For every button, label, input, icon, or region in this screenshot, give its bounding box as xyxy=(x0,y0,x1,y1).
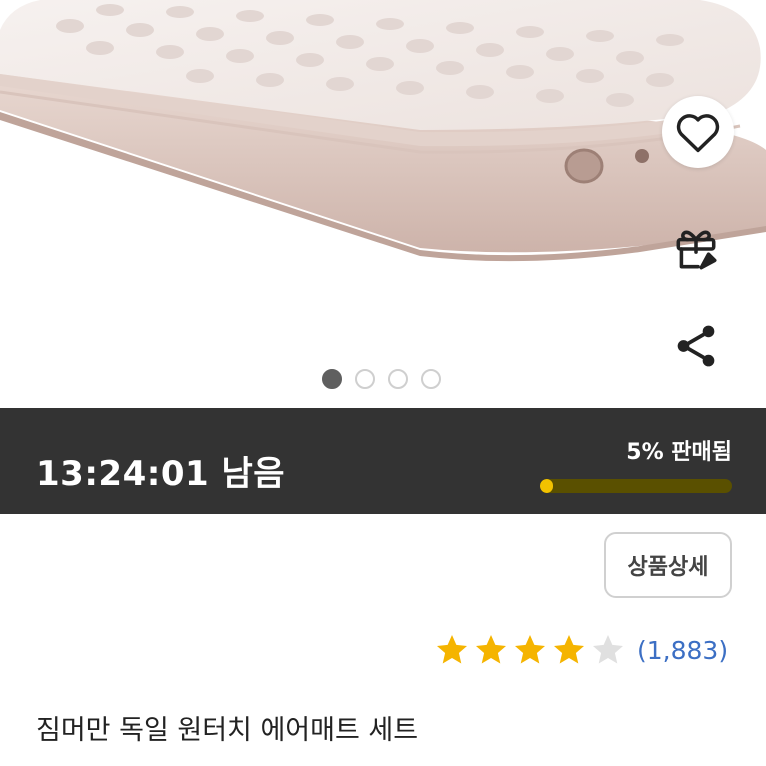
gift-icon xyxy=(676,230,717,270)
rating-row[interactable]: (1,883) xyxy=(434,628,728,672)
star-icon xyxy=(515,635,545,664)
wishlist-button[interactable] xyxy=(662,96,734,168)
heart-icon xyxy=(676,114,720,153)
gallery-pagination xyxy=(322,369,441,389)
product-title: 짐머만 독일 원터치 에어매트 세트 xyxy=(36,715,419,746)
gallery-dot-2[interactable] xyxy=(355,369,375,389)
gift-button[interactable] xyxy=(666,220,726,280)
star-icon xyxy=(593,635,623,664)
product-image-gallery[interactable] xyxy=(0,0,766,408)
sold-percent-label: 5% 판매됨 xyxy=(626,440,732,465)
gallery-dot-4[interactable] xyxy=(421,369,441,389)
gallery-dot-1[interactable] xyxy=(322,369,342,389)
air-mattress-photo xyxy=(0,0,766,262)
gallery-dot-3[interactable] xyxy=(388,369,408,389)
sold-progress-bar xyxy=(540,479,732,493)
review-count-link[interactable]: (1,883) xyxy=(637,636,728,665)
star-icon xyxy=(437,635,467,664)
product-detail-button[interactable]: 상품상세 xyxy=(604,532,732,598)
deal-status-bar: 13:24:01 남음 5% 판매됨 xyxy=(0,408,766,514)
sold-progress-fill xyxy=(540,479,554,493)
share-button[interactable] xyxy=(666,316,726,376)
share-icon xyxy=(677,325,715,367)
star-icon xyxy=(476,635,506,664)
star-icon xyxy=(554,635,584,664)
deal-countdown: 13:24:01 남음 xyxy=(36,454,286,494)
